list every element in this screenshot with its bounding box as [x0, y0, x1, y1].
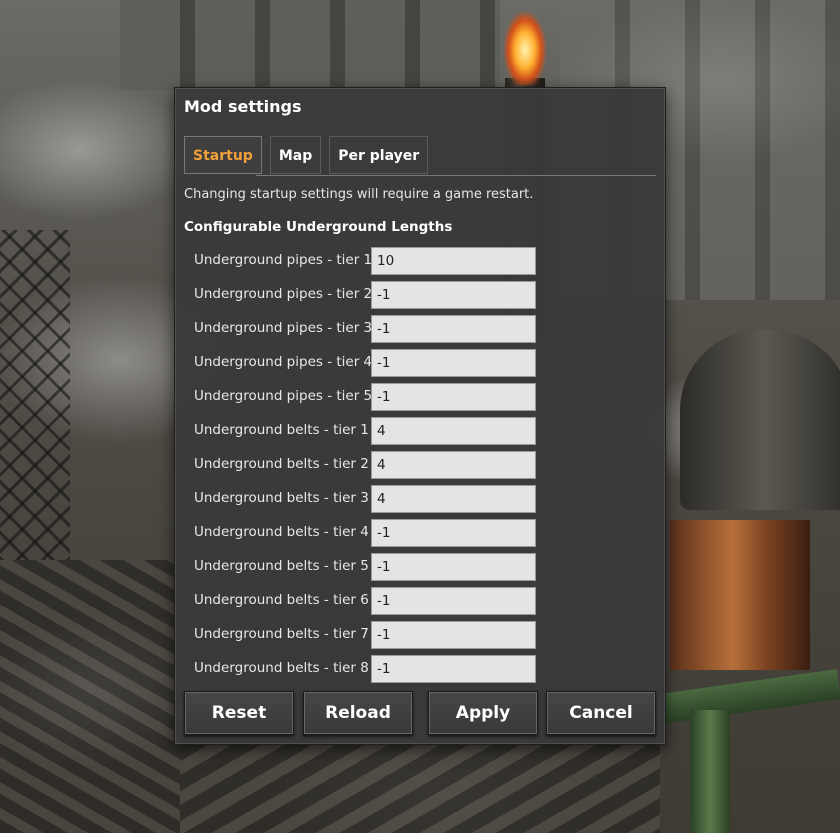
- setting-label: Underground belts - tier 1: [194, 422, 369, 438]
- reset-button[interactable]: Reset: [184, 691, 294, 735]
- setting-label: Underground pipes - tier 3: [194, 320, 373, 336]
- setting-value-input[interactable]: [371, 451, 536, 479]
- setting-value-input[interactable]: [371, 553, 536, 581]
- background-rubble: [180, 745, 660, 833]
- tab-per-player[interactable]: Per player: [329, 136, 429, 174]
- setting-value-input[interactable]: [371, 315, 536, 343]
- background-tanks: [120, 0, 500, 90]
- button-bar: Reset Reload Apply Cancel: [184, 691, 658, 737]
- tab-startup[interactable]: Startup: [184, 136, 262, 174]
- setting-label: Underground pipes - tier 5: [194, 388, 373, 404]
- setting-row: Underground belts - tier 7: [194, 621, 538, 649]
- setting-value-input[interactable]: [371, 349, 536, 377]
- background-storage-tank: [680, 330, 840, 510]
- setting-row: Underground belts - tier 1: [194, 417, 538, 445]
- background-machine: [670, 520, 810, 670]
- setting-row: Underground belts - tier 2: [194, 451, 538, 479]
- setting-label: Underground belts - tier 7: [194, 626, 369, 642]
- setting-label: Underground pipes - tier 1: [194, 252, 373, 268]
- setting-label: Underground belts - tier 3: [194, 490, 369, 506]
- setting-row: Underground belts - tier 6: [194, 587, 538, 615]
- setting-label: Underground belts - tier 8: [194, 660, 369, 676]
- setting-row: Underground pipes - tier 2: [194, 281, 538, 309]
- mod-settings-dialog: Mod settings Startup Map Per player Chan…: [174, 87, 666, 745]
- setting-label: Underground belts - tier 4: [194, 524, 369, 540]
- setting-value-input[interactable]: [371, 655, 536, 683]
- reload-button[interactable]: Reload: [303, 691, 413, 735]
- setting-label: Underground belts - tier 2: [194, 456, 369, 472]
- apply-button[interactable]: Apply: [428, 691, 538, 735]
- background-power-pole: [0, 230, 70, 560]
- background-pumpjack: [690, 710, 730, 833]
- active-tab-joint: [184, 174, 256, 176]
- setting-row: Underground pipes - tier 3: [194, 315, 538, 343]
- setting-label: Underground belts - tier 6: [194, 592, 369, 608]
- setting-value-input[interactable]: [371, 383, 536, 411]
- setting-row: Underground belts - tier 4: [194, 519, 538, 547]
- setting-row: Underground belts - tier 5: [194, 553, 538, 581]
- setting-label: Underground belts - tier 5: [194, 558, 369, 574]
- setting-row: Underground pipes - tier 4: [194, 349, 538, 377]
- setting-value-input[interactable]: [371, 587, 536, 615]
- cancel-button[interactable]: Cancel: [546, 691, 656, 735]
- setting-label: Underground pipes - tier 4: [194, 354, 373, 370]
- setting-row: Underground pipes - tier 5: [194, 383, 538, 411]
- setting-value-input[interactable]: [371, 485, 536, 513]
- tab-map[interactable]: Map: [269, 136, 322, 174]
- setting-value-input[interactable]: [371, 621, 536, 649]
- background-rubble: [0, 560, 180, 833]
- restart-note: Changing startup settings will require a…: [184, 187, 534, 202]
- setting-value-input[interactable]: [371, 281, 536, 309]
- mod-section-title: Configurable Underground Lengths: [184, 219, 453, 235]
- dialog-title: Mod settings: [184, 97, 302, 116]
- setting-row: Underground belts - tier 8: [194, 655, 538, 683]
- setting-value-input[interactable]: [371, 417, 536, 445]
- setting-row: Underground pipes - tier 1: [194, 247, 538, 275]
- background-flame: [495, 0, 555, 85]
- setting-value-input[interactable]: [371, 519, 536, 547]
- setting-value-input[interactable]: [371, 247, 536, 275]
- tab-bar: Startup Map Per player: [184, 136, 436, 176]
- setting-label: Underground pipes - tier 2: [194, 286, 373, 302]
- setting-row: Underground belts - tier 3: [194, 485, 538, 513]
